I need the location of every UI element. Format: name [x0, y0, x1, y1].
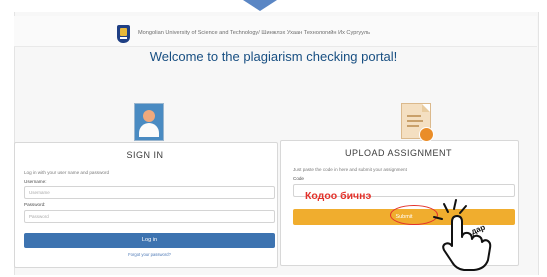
login-button[interactable]: Log in — [24, 233, 275, 248]
sign-in-panel — [14, 142, 278, 268]
university-name: Mongolian University of Science and Tech… — [138, 30, 371, 36]
upload-hint: Just paste the code in here and submit y… — [293, 167, 407, 172]
sign-in-title: SIGN IN — [126, 150, 164, 160]
top-pointer-arrow — [243, 0, 277, 11]
document-upload-icon — [401, 103, 434, 142]
university-logo — [117, 25, 130, 43]
code-label: Code — [293, 176, 304, 181]
page-header: Mongolian University of Science and Tech… — [14, 16, 537, 47]
code-instruction-annotation: Кодоо бичнэ — [305, 190, 372, 202]
password-label: Password: — [24, 202, 46, 207]
sign-in-hint: Log in with your user name and password — [24, 170, 110, 175]
welcome-heading: Welcome to the plagiarism checking porta… — [149, 49, 398, 64]
password-input[interactable]: Password — [24, 210, 275, 223]
username-label: Username: — [24, 179, 47, 184]
user-avatar-icon — [134, 103, 164, 141]
forgot-password-link[interactable]: Forgot your password? — [24, 252, 275, 257]
upload-title: UPLOAD ASSIGNMENT — [344, 148, 453, 158]
username-input[interactable]: Username — [24, 186, 275, 199]
